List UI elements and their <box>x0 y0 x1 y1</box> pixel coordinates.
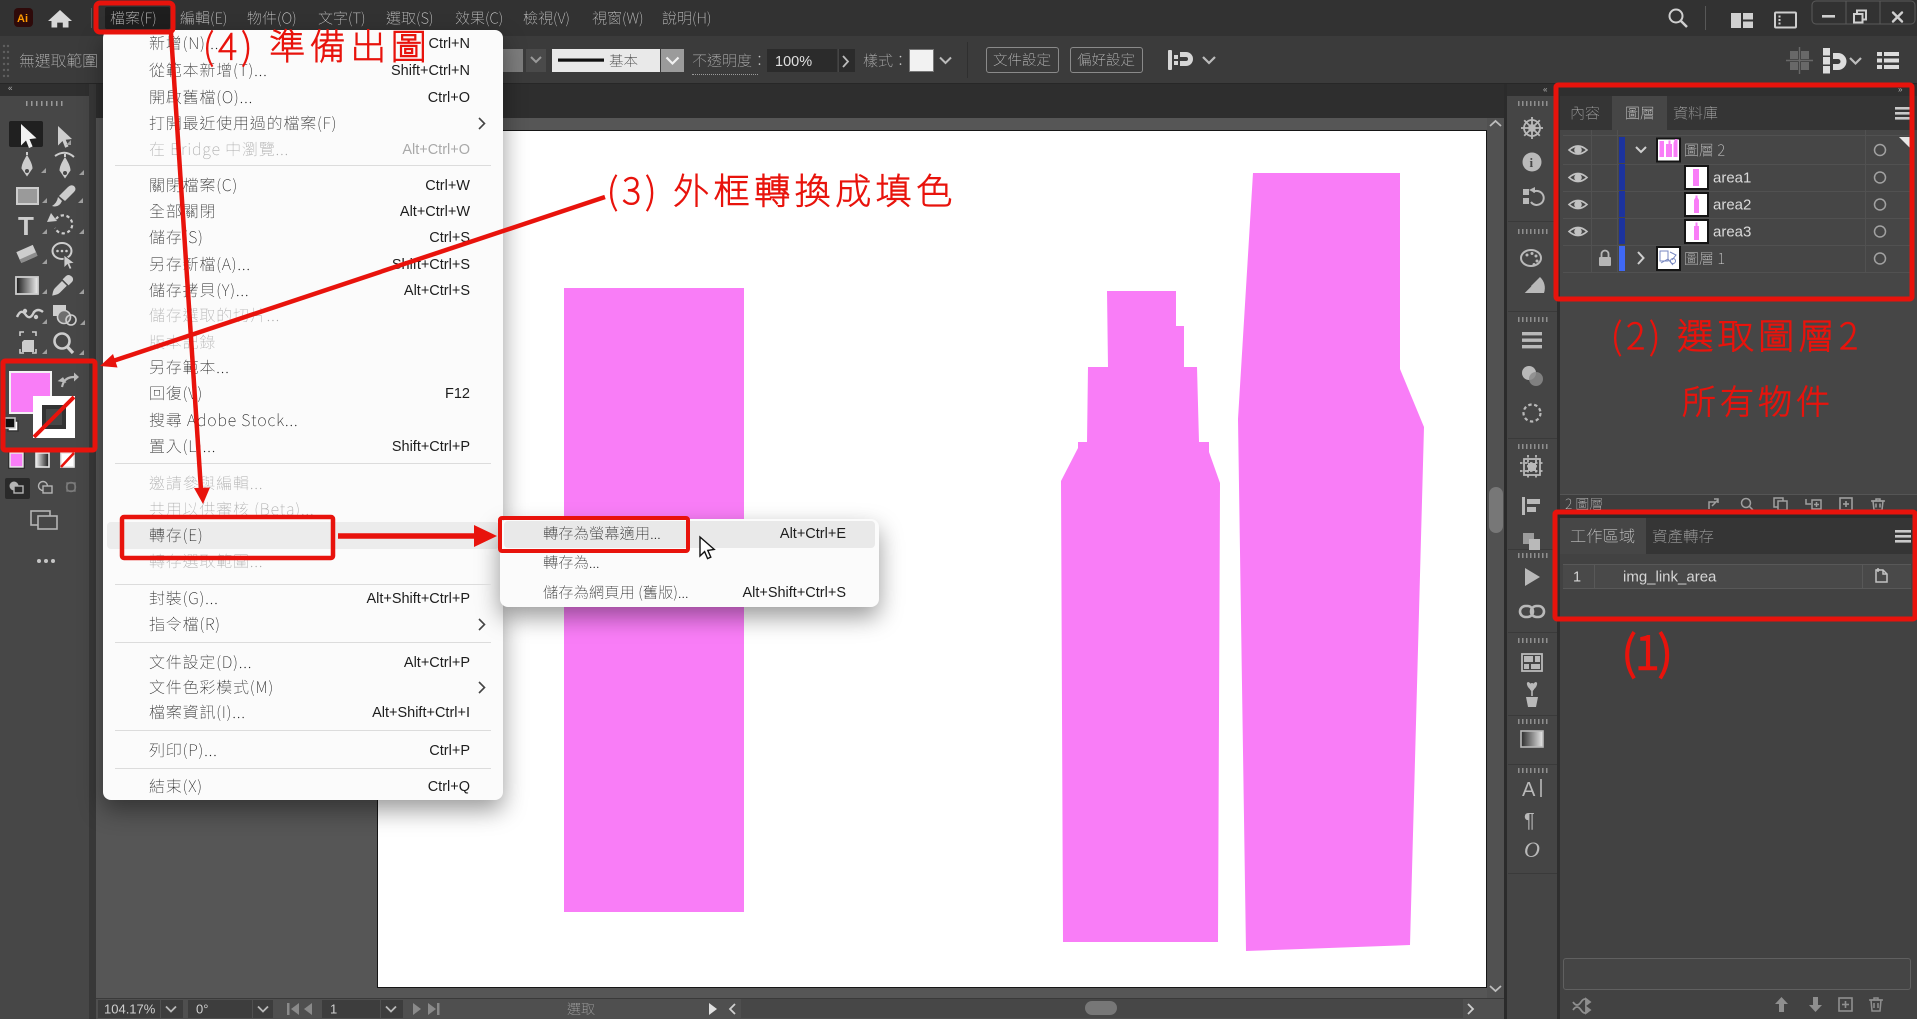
svg-text:Alt+Shift+Ctrl+I: Alt+Shift+Ctrl+I <box>372 705 470 721</box>
svg-text:«: « <box>8 84 13 93</box>
svg-text:104.17%: 104.17% <box>104 1002 156 1017</box>
svg-text:Shift+Ctrl+P: Shift+Ctrl+P <box>392 439 470 455</box>
svg-text:i: i <box>1530 155 1534 170</box>
svg-text:100%: 100% <box>775 54 812 70</box>
svg-text:Ctrl+N: Ctrl+N <box>429 36 471 52</box>
svg-text:1: 1 <box>330 1002 337 1017</box>
svg-text:Alt+Shift+Ctrl+S: Alt+Shift+Ctrl+S <box>742 585 846 601</box>
svg-text:A: A <box>1522 779 1536 801</box>
svg-text:Ctrl+P: Ctrl+P <box>429 743 470 759</box>
svg-text:Alt+Shift+Ctrl+P: Alt+Shift+Ctrl+P <box>366 591 470 607</box>
svg-text:Alt+Ctrl+S: Alt+Ctrl+S <box>404 283 470 299</box>
svg-text:img_link_area: img_link_area <box>1623 569 1717 586</box>
svg-text:«: « <box>1543 85 1548 94</box>
svg-text:Ctrl+Q: Ctrl+Q <box>428 779 470 795</box>
svg-text:¶: ¶ <box>1524 810 1535 832</box>
svg-text:area1: area1 <box>1713 170 1751 187</box>
svg-text:0°: 0° <box>196 1002 208 1017</box>
svg-text:Ai: Ai <box>17 13 28 25</box>
svg-text:1: 1 <box>1573 570 1581 586</box>
svg-text:F12: F12 <box>445 386 470 402</box>
svg-text:O: O <box>1524 837 1540 862</box>
svg-text:Alt+Ctrl+W: Alt+Ctrl+W <box>400 204 470 220</box>
svg-text:Ctrl+W: Ctrl+W <box>425 178 470 194</box>
svg-text:Ctrl+O: Ctrl+O <box>428 90 470 106</box>
svg-text:Alt+Ctrl+O: Alt+Ctrl+O <box>402 142 470 158</box>
svg-text:Alt+Ctrl+P: Alt+Ctrl+P <box>404 655 470 671</box>
svg-text:area3: area3 <box>1713 224 1751 241</box>
svg-text:area2: area2 <box>1713 197 1751 214</box>
svg-text:T: T <box>18 211 34 241</box>
svg-text:Alt+Ctrl+E: Alt+Ctrl+E <box>780 526 846 542</box>
svg-text:Shift+Ctrl+N: Shift+Ctrl+N <box>391 63 470 79</box>
